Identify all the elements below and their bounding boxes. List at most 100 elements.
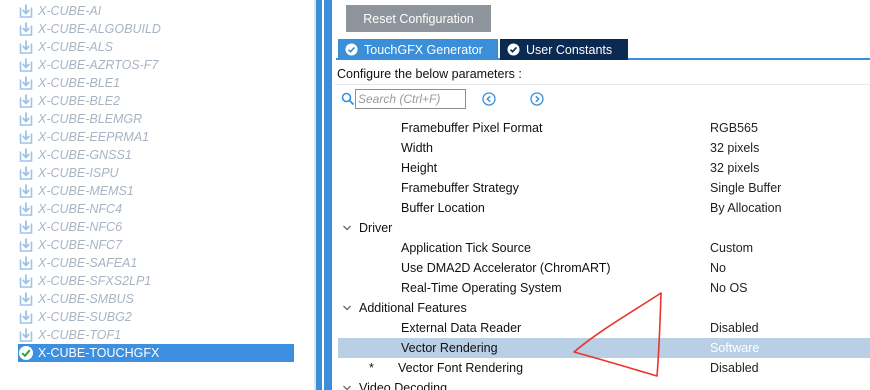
tree-item[interactable]: X-CUBE-BLEMGR (18, 110, 294, 128)
search-previous-icon[interactable] (482, 92, 496, 106)
tree-item[interactable]: X-CUBE-NFC6 (18, 218, 294, 236)
parameter-value[interactable]: Single Buffer (710, 181, 781, 195)
tree-item-label: X-CUBE-ALS (38, 40, 114, 54)
configuration-panel: Reset Configuration TouchGFX Generator U… (332, 0, 870, 390)
tree-item[interactable]: X-CUBE-SMBUS (18, 290, 294, 308)
tree-item-label: X-CUBE-AZRTOS-F7 (38, 58, 159, 72)
parameter-row[interactable]: Vector Rendering Software (338, 338, 870, 358)
parameter-value[interactable]: No OS (710, 281, 748, 295)
download-icon (19, 220, 33, 234)
tree-item-label: X-CUBE-BLEMGR (38, 112, 143, 126)
parameter-value[interactable]: Disabled (710, 321, 759, 335)
tab-touchgfx-generator[interactable]: TouchGFX Generator (338, 39, 498, 60)
download-icon (19, 112, 33, 126)
tree-item-label: X-CUBE-BLE2 (38, 94, 120, 108)
download-icon (19, 4, 33, 18)
tree-item[interactable]: X-CUBE-ISPU (18, 164, 294, 182)
tree-item-label: X-CUBE-NFC7 (38, 238, 123, 252)
parameter-name: Application Tick Source (401, 241, 531, 255)
parameter-value[interactable]: Software (710, 341, 759, 355)
tree-item-label: X-CUBE-EEPRMA1 (38, 130, 150, 144)
parameter-row[interactable]: Height 32 pixels (338, 158, 870, 178)
download-icon (19, 22, 33, 36)
parameter-row[interactable]: Application Tick Source Custom (338, 238, 870, 258)
parameter-name: Framebuffer Pixel Format (401, 121, 543, 135)
download-icon (19, 184, 33, 198)
tree-item[interactable]: X-CUBE-NFC7 (18, 236, 294, 254)
parameter-value[interactable]: RGB565 (710, 121, 758, 135)
parameter-row[interactable]: * Vector Font Rendering Disabled (338, 358, 870, 378)
parameter-group[interactable]: Driver (338, 218, 870, 238)
parameter-name: Vector Rendering (401, 341, 498, 355)
panel-splitter[interactable] (314, 0, 332, 390)
tree-item[interactable]: X-CUBE-TOUCHGFX (18, 344, 294, 362)
modified-marker: * (369, 361, 374, 375)
splitter-edge (314, 0, 316, 390)
tree-item-label: X-CUBE-MEMS1 (38, 184, 134, 198)
chevron-down-icon[interactable] (342, 223, 352, 233)
chevron-down-icon[interactable] (342, 383, 352, 390)
tree-item-label: X-CUBE-TOUCHGFX (38, 346, 160, 360)
configure-parameters-label: Configure the below parameters : (337, 67, 522, 81)
parameter-row[interactable]: Width 32 pixels (338, 138, 870, 158)
parameter-value[interactable]: Custom (710, 241, 753, 255)
tree-item[interactable]: X-CUBE-AZRTOS-F7 (18, 56, 294, 74)
tree-item[interactable]: X-CUBE-NFC4 (18, 200, 294, 218)
tree-item-label: X-CUBE-ISPU (38, 166, 119, 180)
parameter-value[interactable]: Disabled (710, 361, 759, 375)
tree-item[interactable]: X-CUBE-SAFEA1 (18, 254, 294, 272)
tree-item-label: X-CUBE-SUBG2 (38, 310, 132, 324)
tree-item[interactable]: X-CUBE-AI (18, 2, 294, 20)
check-circle-icon (345, 43, 358, 56)
tree-item[interactable]: X-CUBE-ALS (18, 38, 294, 56)
tree-item-label: X-CUBE-BLE1 (38, 76, 120, 90)
download-icon (19, 292, 33, 306)
tree-item-label: X-CUBE-NFC4 (38, 202, 123, 216)
parameter-row[interactable]: External Data Reader Disabled (338, 318, 870, 338)
group-label: Additional Features (359, 301, 467, 315)
tree-item[interactable]: X-CUBE-BLE1 (18, 74, 294, 92)
tree-item[interactable]: X-CUBE-SFXS2LP1 (18, 272, 294, 290)
tree-item[interactable]: X-CUBE-MEMS1 (18, 182, 294, 200)
tree-item-label: X-CUBE-AI (38, 4, 102, 18)
tree-item[interactable]: X-CUBE-SUBG2 (18, 308, 294, 326)
download-icon (19, 202, 33, 216)
search-icon (341, 92, 355, 106)
parameter-group[interactable]: Additional Features (338, 298, 870, 318)
parameter-row[interactable]: Real-Time Operating System No OS (338, 278, 870, 298)
search-next-icon[interactable] (530, 92, 544, 106)
reset-configuration-button[interactable]: Reset Configuration (346, 5, 491, 32)
tree-item[interactable]: X-CUBE-ALGOBUILD (18, 20, 294, 38)
parameter-name: Buffer Location (401, 201, 485, 215)
tree-item[interactable]: X-CUBE-TOF1 (18, 326, 294, 344)
search-input[interactable] (355, 89, 466, 109)
check-circle-icon (507, 43, 520, 56)
parameter-value[interactable]: By Allocation (710, 201, 782, 215)
chevron-down-icon[interactable] (342, 303, 352, 313)
parameter-value[interactable]: 32 pixels (710, 161, 759, 175)
parameter-row[interactable]: Buffer Location By Allocation (338, 198, 870, 218)
download-icon (19, 40, 33, 54)
splitter-gap (322, 0, 324, 390)
component-tree: X-CUBE-AI X-CUBE-ALGOBUILD X-CUBE-ALS X-CUB… (0, 0, 314, 390)
parameter-row[interactable]: Framebuffer Pixel Format RGB565 (338, 118, 870, 138)
parameter-value[interactable]: 32 pixels (710, 141, 759, 155)
config-tab-bar: TouchGFX Generator User Constants (336, 39, 870, 60)
download-icon (19, 274, 33, 288)
tree-item[interactable]: X-CUBE-GNSS1 (18, 146, 294, 164)
tree-item-label: X-CUBE-SAFEA1 (38, 256, 138, 270)
tree-item-label: X-CUBE-NFC6 (38, 220, 123, 234)
download-icon (19, 238, 33, 252)
parameter-name: Real-Time Operating System (401, 281, 562, 295)
parameter-name: Width (401, 141, 433, 155)
parameter-value[interactable]: No (710, 261, 726, 275)
tab-user-constants[interactable]: User Constants (500, 39, 628, 60)
parameter-row[interactable]: Use DMA2D Accelerator (ChromART) No (338, 258, 870, 278)
tree-item[interactable]: X-CUBE-BLE2 (18, 92, 294, 110)
download-icon (19, 256, 33, 270)
parameter-row[interactable]: Framebuffer Strategy Single Buffer (338, 178, 870, 198)
tab-label: User Constants (526, 42, 613, 57)
parameter-name: Use DMA2D Accelerator (ChromART) (401, 261, 611, 275)
tree-item[interactable]: X-CUBE-EEPRMA1 (18, 128, 294, 146)
parameter-group[interactable]: Video Decoding (338, 378, 870, 390)
